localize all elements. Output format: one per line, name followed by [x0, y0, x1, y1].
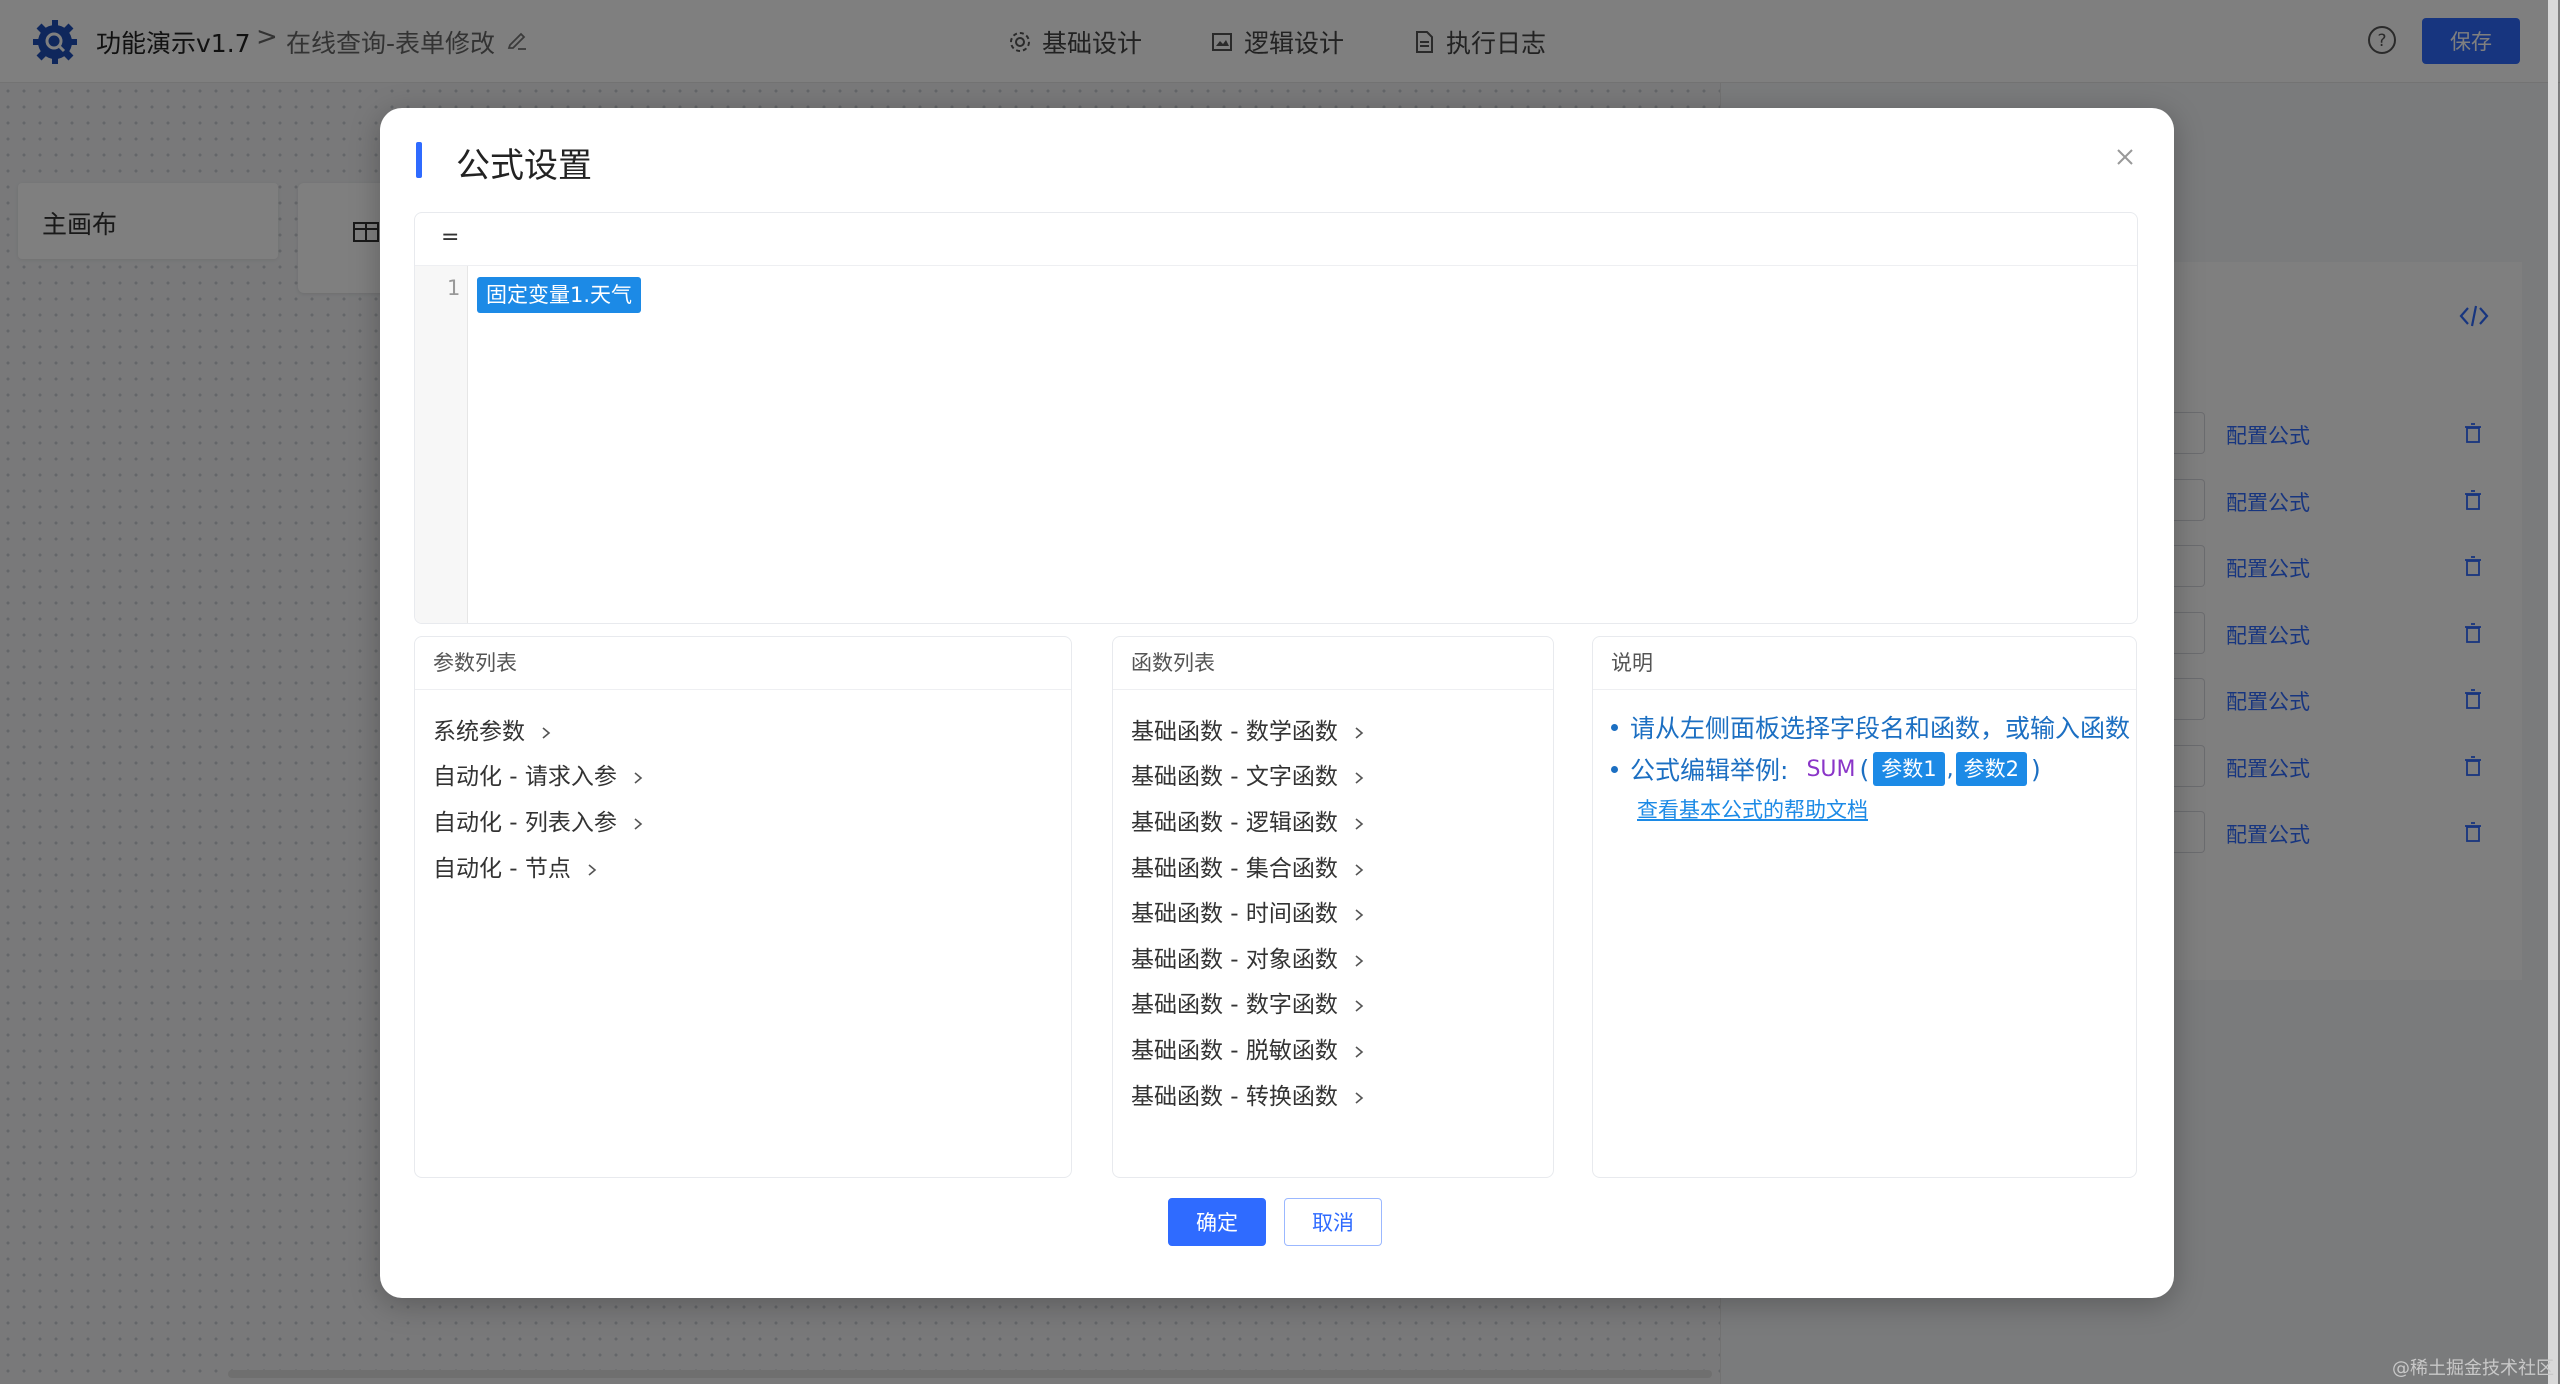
example-param-chip: 参数1	[1873, 752, 1945, 786]
chevron-right-icon	[1355, 727, 1364, 739]
parameter-list-panel: 参数列表 系统参数自动化 - 请求入参 自动化 - 列表入参 自动化 - 节点	[414, 636, 1072, 1178]
function-item[interactable]: 基础函数 - 时间函数	[1131, 888, 1553, 934]
description-line: 请从左侧面板选择字段名和函数，或输入函数	[1601, 706, 2136, 748]
parameter-item-label: 自动化 - 请求入参	[433, 764, 617, 791]
comma: ,	[1946, 756, 1954, 782]
line-number: 1	[447, 276, 461, 300]
help-doc-link[interactable]: 查看基本公式的帮助文档	[1637, 794, 2136, 824]
dialog-title: 公式设置	[456, 146, 592, 186]
formula-editor[interactable]: = 1 固定变量1.天气	[414, 212, 2138, 624]
chevron-right-icon	[634, 818, 643, 830]
paren-close: )	[2031, 754, 2041, 784]
chevron-right-icon	[1355, 1091, 1364, 1104]
function-item-label: 基础函数 - 脱敏函数	[1131, 1037, 1338, 1064]
horizontal-scrollbar[interactable]	[228, 1370, 1712, 1378]
chevron-right-icon	[1355, 955, 1364, 967]
example-param-chip: 参数2	[1955, 752, 2028, 786]
chevron-right-icon	[1355, 1000, 1364, 1012]
close-icon[interactable]	[2110, 142, 2140, 172]
chevron-right-icon	[1355, 1046, 1364, 1058]
function-item[interactable]: 基础函数 - 转换函数	[1131, 1071, 1553, 1117]
formula-token[interactable]: 固定变量1.天气	[477, 277, 642, 313]
description-example: 公式编辑举例: SUM ( 参数1 , 参数2 )	[1601, 748, 2136, 790]
bullet	[1611, 723, 1618, 731]
function-item[interactable]: 基础函数 - 逻辑函数	[1131, 797, 1553, 843]
function-item[interactable]: 基础函数 - 数字函数	[1131, 980, 1553, 1026]
description-title: 说明	[1593, 637, 2136, 690]
function-list-panel: 函数列表 基础函数 - 数学函数 基础函数 - 文字函数 基础函数 - 逻辑函数 基础…	[1112, 636, 1554, 1178]
function-item[interactable]: 基础函数 - 脱敏函数	[1131, 1025, 1553, 1071]
equals-prefix: =	[441, 225, 460, 250]
parameter-item[interactable]: 自动化 - 请求入参	[433, 752, 1071, 798]
chevron-right-icon	[1355, 818, 1364, 830]
chevron-right-icon	[634, 772, 643, 785]
function-item-label: 基础函数 - 数学函数	[1131, 718, 1338, 745]
parameter-item[interactable]: 自动化 - 列表入参	[433, 797, 1071, 843]
sum-keyword: SUM	[1806, 756, 1856, 782]
formula-settings-dialog: 公式设置 = 1 固定变量1.天气 参数列表 系统参数自动化 - 请求入参 自动化…	[380, 108, 2174, 1298]
description-instruction: 请从左侧面板选择字段名和函数，或输入函数	[1630, 714, 2131, 743]
parameter-item[interactable]: 自动化 - 节点	[433, 843, 1071, 889]
function-item[interactable]: 基础函数 - 对象函数	[1131, 934, 1553, 980]
parameter-item-label: 系统参数	[433, 718, 525, 745]
editor-header: =	[415, 213, 2137, 266]
description-body: 请从左侧面板选择字段名和函数，或输入函数 公式编辑举例: SUM ( 参数1 ,…	[1593, 690, 2136, 824]
title-accent-bar	[416, 142, 422, 178]
function-item-label: 基础函数 - 集合函数	[1131, 855, 1338, 882]
example-label: 公式编辑举例:	[1630, 756, 1789, 785]
chevron-right-icon	[542, 727, 551, 739]
function-item-label: 基础函数 - 数字函数	[1131, 992, 1338, 1019]
parameter-item[interactable]: 系统参数	[433, 706, 1071, 752]
parameter-item-label: 自动化 - 节点	[433, 855, 571, 882]
chevron-right-icon	[1355, 909, 1364, 921]
description-panel: 说明 请从左侧面板选择字段名和函数，或输入函数 公式编辑举例: SUM ( 参数…	[1592, 636, 2137, 1178]
function-item-label: 基础函数 - 文字函数	[1131, 764, 1338, 791]
function-item-label: 基础函数 - 时间函数	[1131, 901, 1338, 928]
paren-open: (	[1859, 754, 1870, 784]
function-list-title: 函数列表	[1113, 637, 1553, 690]
chevron-right-icon	[1355, 772, 1364, 785]
parameter-item-label: 自动化 - 列表入参	[433, 809, 617, 836]
function-item-label: 基础函数 - 转换函数	[1131, 1083, 1338, 1110]
cancel-button[interactable]: 取消	[1284, 1198, 1382, 1246]
line-number-gutter: 1	[415, 266, 468, 623]
function-item[interactable]: 基础函数 - 数学函数	[1131, 706, 1553, 752]
function-item-label: 基础函数 - 逻辑函数	[1131, 809, 1338, 836]
vertical-scrollbar[interactable]	[2548, 0, 2558, 1384]
parameter-list: 系统参数自动化 - 请求入参 自动化 - 列表入参 自动化 - 节点	[415, 690, 1071, 888]
function-item-label: 基础函数 - 对象函数	[1131, 946, 1338, 973]
chevron-right-icon	[588, 863, 597, 876]
function-item[interactable]: 基础函数 - 文字函数	[1131, 752, 1553, 798]
confirm-button[interactable]: 确定	[1168, 1198, 1266, 1246]
function-item[interactable]: 基础函数 - 集合函数	[1131, 843, 1553, 889]
bullet	[1611, 765, 1618, 773]
function-list: 基础函数 - 数学函数 基础函数 - 文字函数 基础函数 - 逻辑函数 基础函数 - …	[1113, 690, 1553, 1116]
parameter-list-title: 参数列表	[415, 637, 1071, 690]
chevron-right-icon	[1355, 863, 1364, 876]
watermark: @稀土掘金技术社区	[2392, 1358, 2554, 1379]
